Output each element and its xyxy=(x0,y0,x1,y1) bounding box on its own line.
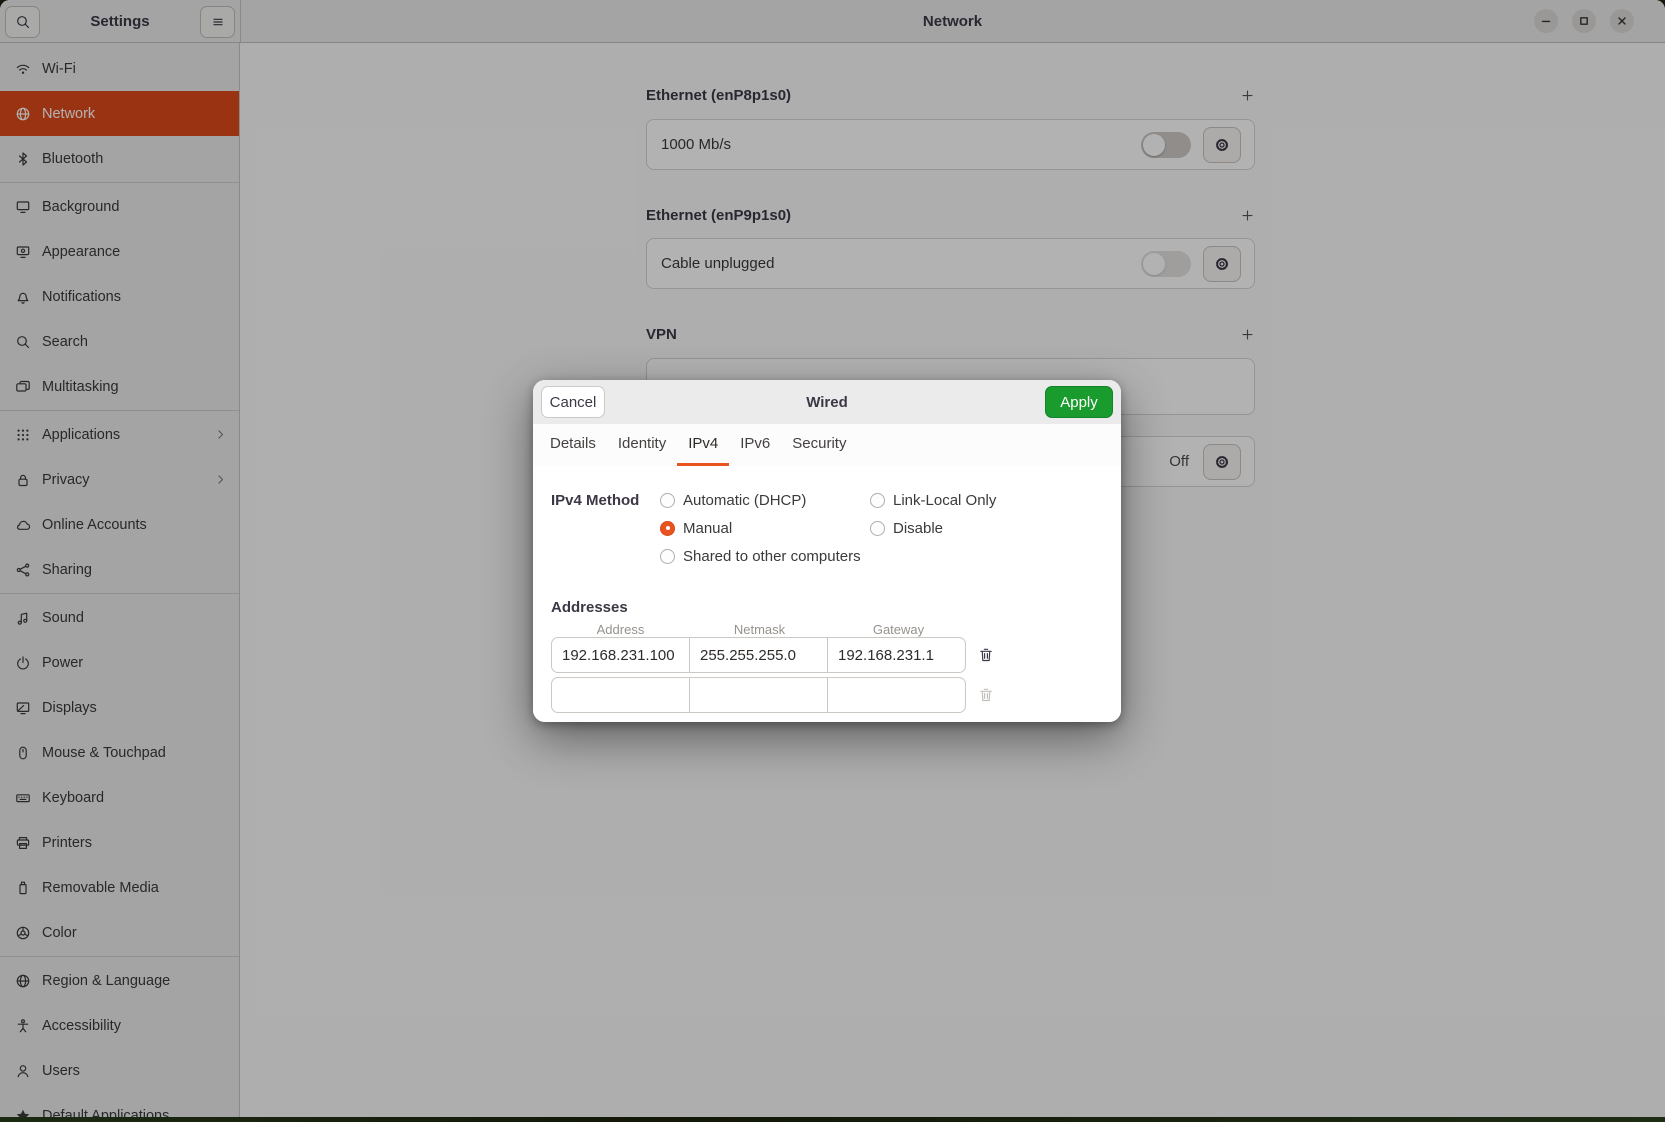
tab-ipv6[interactable]: IPv6 xyxy=(729,424,781,466)
radio-icon xyxy=(870,521,885,536)
delete-address-row-2-button[interactable] xyxy=(973,680,999,710)
address-row-2 xyxy=(551,677,966,713)
address-input[interactable] xyxy=(551,637,690,673)
column-header-gateway: Gateway xyxy=(829,622,968,637)
radio-icon xyxy=(660,549,675,564)
netmask-input[interactable] xyxy=(689,637,828,673)
gateway-input[interactable] xyxy=(827,637,966,673)
address-input[interactable] xyxy=(551,677,690,713)
addresses-label: Addresses xyxy=(551,599,628,616)
apply-button[interactable]: Apply xyxy=(1045,386,1113,418)
delete-address-row-1-button[interactable] xyxy=(973,640,999,670)
dialog-header: Wired Cancel Apply xyxy=(533,380,1121,425)
column-header-netmask: Netmask xyxy=(690,622,829,637)
screen: { "header": { "app_title": "Settings", "… xyxy=(0,0,1665,1122)
dialog-title: Wired xyxy=(533,380,1121,424)
radio-icon xyxy=(660,493,675,508)
radio-option-shared[interactable]: Shared to other computers xyxy=(660,542,861,570)
wired-dialog: Wired Cancel Apply Details Identity IPv4… xyxy=(533,380,1121,722)
netmask-input[interactable] xyxy=(689,677,828,713)
ipv4-method-label: IPv4 Method xyxy=(551,492,639,509)
radio-option-manual[interactable]: Manual xyxy=(660,514,861,542)
tab-identity[interactable]: Identity xyxy=(607,424,677,466)
tab-details[interactable]: Details xyxy=(539,424,607,466)
radio-label: Automatic (DHCP) xyxy=(683,492,806,509)
address-row-1 xyxy=(551,637,966,673)
radio-icon xyxy=(870,493,885,508)
trash-icon xyxy=(978,687,994,703)
radio-option-disable[interactable]: Disable xyxy=(870,514,996,542)
tab-security[interactable]: Security xyxy=(781,424,857,466)
radio-option-link-local[interactable]: Link-Local Only xyxy=(870,486,996,514)
radio-label: Disable xyxy=(893,520,943,537)
dialog-body: IPv4 Method Automatic (DHCP) Manual Shar… xyxy=(533,466,1121,722)
radio-selected-icon xyxy=(660,521,675,536)
radio-label: Shared to other computers xyxy=(683,548,861,565)
cancel-button[interactable]: Cancel xyxy=(541,386,605,418)
radio-label: Manual xyxy=(683,520,732,537)
dialog-tabs: Details Identity IPv4 IPv6 Security xyxy=(533,424,1121,467)
settings-window: Settings Network Wi-Fi Network Bluetooth xyxy=(0,0,1665,1117)
gateway-input[interactable] xyxy=(827,677,966,713)
ipv4-method-options-left: Automatic (DHCP) Manual Shared to other … xyxy=(660,486,861,570)
trash-icon xyxy=(978,647,994,663)
radio-label: Link-Local Only xyxy=(893,492,996,509)
tab-ipv4[interactable]: IPv4 xyxy=(677,424,729,466)
ipv4-method-options-right: Link-Local Only Disable xyxy=(870,486,996,542)
column-header-address: Address xyxy=(551,622,690,637)
desktop-wallpaper-strip xyxy=(0,1117,1665,1122)
radio-option-automatic-dhcp[interactable]: Automatic (DHCP) xyxy=(660,486,861,514)
